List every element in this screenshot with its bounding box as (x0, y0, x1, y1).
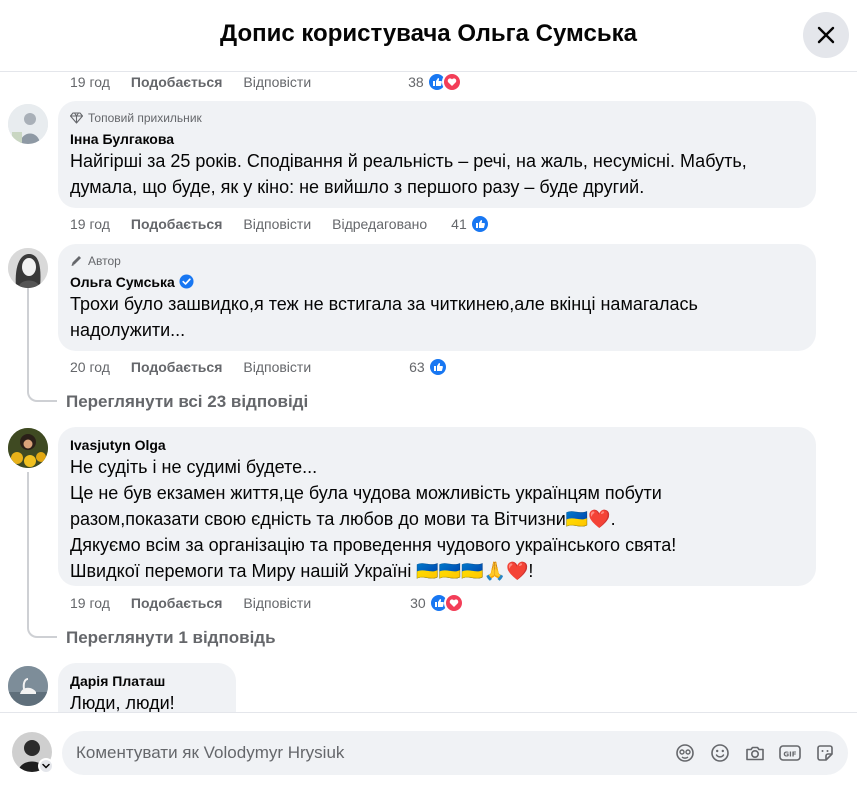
comment-meta: 19 год Подобається Відповісти Відредагов… (70, 214, 490, 234)
diamond-icon (70, 111, 83, 124)
comment-time[interactable]: 19 год (70, 74, 110, 90)
reaction-count[interactable]: 41 (451, 216, 467, 232)
comment-meta: 19 год Подобається Відповісти 30 (70, 593, 464, 613)
gif-icon: GIF (779, 745, 801, 761)
comment-author[interactable]: Ольга Сумська (70, 272, 804, 291)
comment-meta-top: 19 год Подобається Відповісти 38 (70, 72, 462, 92)
comment-text-line: Це не був екзамен життя,це була чудова м… (70, 483, 662, 503)
verified-badge-icon (179, 274, 194, 289)
comment-text-line: разом,показати свою єдність та любов до … (70, 509, 616, 529)
edited-label: Відредаговано (332, 216, 428, 232)
comment-text: Не судіть і не судимі будете... Це не бу… (70, 454, 804, 584)
comment-author[interactable]: Інна Булгакова (70, 129, 804, 148)
author-name[interactable]: Ольга Сумська (70, 274, 175, 290)
avatar[interactable] (8, 666, 48, 706)
comment-input-box[interactable]: GIF (62, 731, 848, 775)
avatar[interactable] (8, 248, 48, 288)
thread-connector (27, 472, 57, 638)
like-reaction-icon (427, 357, 448, 377)
reply-link[interactable]: Відповісти (243, 74, 311, 90)
like-link[interactable]: Подобається (131, 74, 222, 90)
reaction-count[interactable]: 38 (408, 74, 424, 90)
comment-text-line: Трохи було зашвидко,я теж не встигала за… (70, 294, 698, 314)
svg-text:GIF: GIF (783, 751, 796, 759)
dialog-title: Допис користувача Ольга Сумська (220, 20, 637, 47)
comment-text: Люди, люди! (70, 690, 224, 712)
comment-text: Трохи було зашвидко,я теж не встигала за… (70, 291, 804, 343)
comment-author[interactable]: Дарія Платаш (70, 671, 224, 690)
comment-text: Найгірші за 25 років. Сподівання й реаль… (70, 148, 804, 200)
reaction-count[interactable]: 63 (409, 359, 425, 375)
gif-button[interactable]: GIF (779, 742, 801, 764)
like-link[interactable]: Подобається (131, 595, 222, 611)
comment-meta: 20 год Подобається Відповісти 63 (70, 357, 448, 377)
pencil-icon (71, 256, 81, 266)
comment-bubble: Ivasjutyn Olga Не судіть і не судимі буд… (58, 427, 816, 586)
comment-bubble: Автор Ольга Сумська Трохи було зашвидко,… (58, 244, 816, 351)
comment-composer: GIF (0, 712, 857, 789)
comment-text-line: Люди, люди! (70, 693, 175, 712)
comment-input[interactable] (76, 731, 656, 775)
comment-bubble: Дарія Платаш Люди, люди! (58, 663, 236, 712)
dialog-header: Допис користувача Ольга Сумська (0, 0, 857, 72)
badge-label: Автор (88, 253, 121, 268)
close-button[interactable] (803, 12, 849, 58)
photo-button[interactable] (744, 742, 766, 764)
comment-time[interactable]: 19 год (70, 216, 110, 232)
camera-icon (746, 746, 764, 761)
reaction-count[interactable]: 30 (410, 595, 426, 611)
comment-author[interactable]: Ivasjutyn Olga (70, 435, 804, 454)
sticker-icon (817, 745, 833, 761)
comment-bubble: Топовий прихильник Інна Булгакова Найгір… (58, 101, 816, 208)
thread-connector (27, 288, 57, 402)
comment-text-line: Швидкої перемоги та Миру нашій Україні 🇺… (70, 561, 534, 581)
avatar-sticker-button[interactable] (674, 742, 696, 764)
reply-link[interactable]: Відповісти (243, 216, 311, 232)
account-switch-button[interactable] (38, 758, 54, 774)
comments-feed[interactable]: 19 год Подобається Відповісти 38 Топовий… (0, 72, 857, 712)
love-reaction-icon (443, 593, 464, 613)
comment-text-line: думала, що буде, як у кіно: не вийшло з … (70, 177, 645, 197)
avatar-sticker-icon (676, 744, 694, 762)
avatar[interactable] (8, 104, 48, 144)
emoji-icon (711, 744, 729, 762)
top-fan-badge: Топовий прихильник (70, 109, 804, 126)
author-badge: Автор (70, 252, 804, 269)
view-replies-link[interactable]: Переглянути всі 23 відповіді (66, 392, 308, 412)
like-link[interactable]: Подобається (131, 359, 222, 375)
emoji-button[interactable] (709, 742, 731, 764)
chevron-down-icon (42, 763, 50, 769)
comment-time[interactable]: 20 год (70, 359, 110, 375)
comment-text-line: надолужити... (70, 320, 186, 340)
like-link[interactable]: Подобається (131, 216, 222, 232)
avatar[interactable] (8, 428, 48, 468)
love-reaction-icon (441, 72, 462, 92)
comment-time[interactable]: 19 год (70, 595, 110, 611)
sticker-button[interactable] (814, 742, 836, 764)
comment-text-line: Найгірші за 25 років. Сподівання й реаль… (70, 151, 747, 171)
reply-link[interactable]: Відповісти (243, 595, 311, 611)
comment-text-line: Не судіть і не судимі будете... (70, 457, 318, 477)
reply-link[interactable]: Відповісти (243, 359, 311, 375)
badge-label: Топовий прихильник (88, 110, 202, 125)
view-replies-link[interactable]: Переглянути 1 відповідь (66, 628, 276, 648)
close-icon (817, 26, 835, 44)
comment-text-line: Дякуємо всім за організацію та проведенн… (70, 535, 677, 555)
like-reaction-icon (469, 214, 490, 234)
